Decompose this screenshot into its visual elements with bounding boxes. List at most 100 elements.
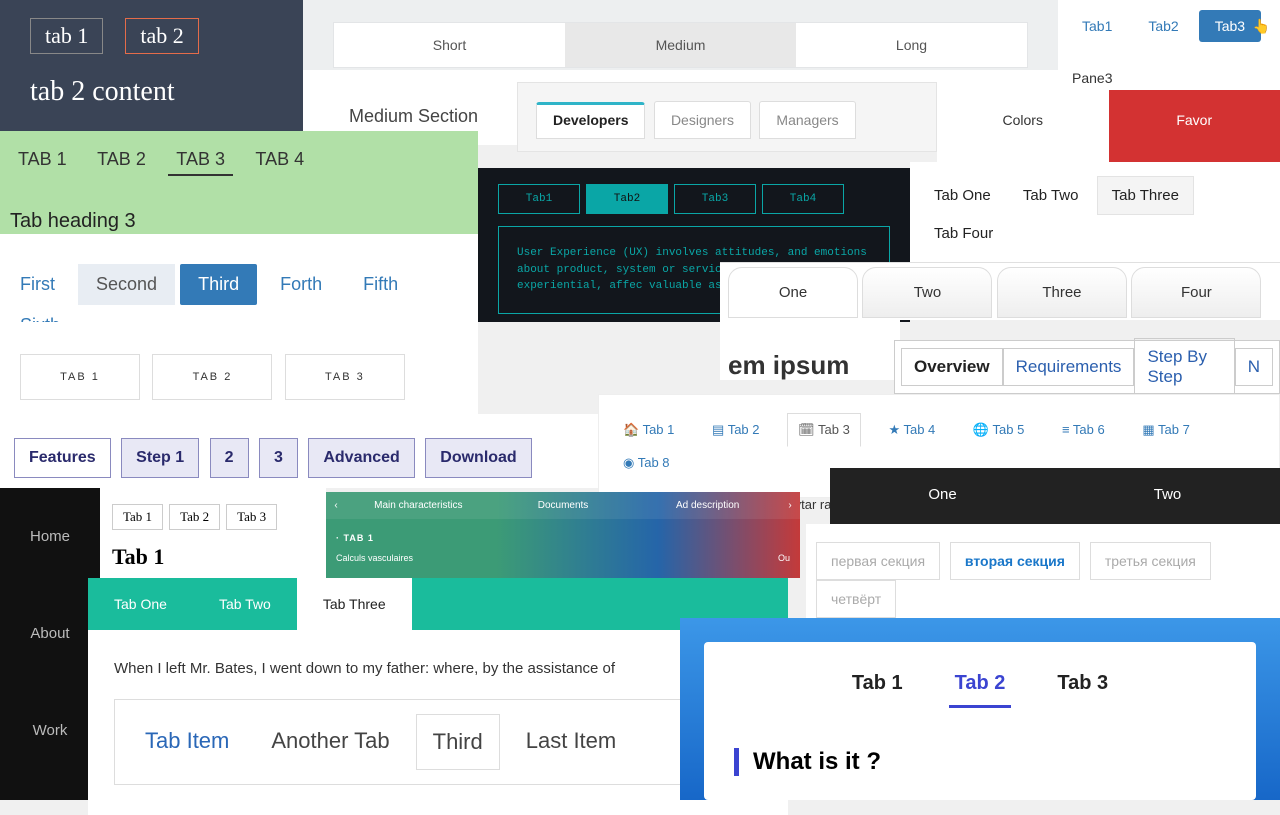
panel-vertical-nav: Home About Work bbox=[0, 488, 100, 800]
tab-u3[interactable]: Tab Three bbox=[297, 578, 412, 630]
nav-work[interactable]: Work bbox=[0, 682, 100, 779]
tab-t2[interactable]: Documents bbox=[491, 492, 636, 519]
panel-overview-steps: Overview Requirements Step By Step N bbox=[894, 340, 1280, 394]
tab-n7[interactable]: ▦ Tab 7 bbox=[1132, 414, 1199, 446]
tab-step2[interactable]: 2 bbox=[210, 438, 249, 478]
next-icon[interactable]: › bbox=[780, 492, 800, 519]
tab-download[interactable]: Download bbox=[425, 438, 531, 478]
globe-icon: 🌐 bbox=[973, 422, 993, 437]
tab-features[interactable]: Features bbox=[14, 438, 111, 478]
tab-u2[interactable]: Tab Two bbox=[193, 578, 297, 630]
disc-icon: ◉ bbox=[623, 455, 638, 470]
panel-russian-sections: первая секция вторая секция третья секци… bbox=[806, 524, 1280, 624]
star-icon: ★ bbox=[888, 422, 903, 437]
tab-f3[interactable]: TAB 3 bbox=[168, 145, 233, 176]
tab-ui4[interactable]: Last Item bbox=[510, 714, 632, 770]
panel-roles: Developers Designers Managers bbox=[517, 82, 937, 152]
prev-icon[interactable]: ‹ bbox=[326, 492, 346, 519]
tab-q3[interactable]: третья секция bbox=[1090, 542, 1211, 580]
tab-long[interactable]: Long bbox=[796, 23, 1027, 67]
panel-colors-favor: Colors Favor bbox=[937, 90, 1280, 162]
tab-ui2[interactable]: Another Tab bbox=[255, 714, 405, 770]
tab-q1[interactable]: первая секция bbox=[816, 542, 940, 580]
tab-managers[interactable]: Managers bbox=[759, 101, 855, 139]
tab-a-1[interactable]: tab 1 bbox=[30, 18, 103, 54]
tab-h3[interactable]: Tab Three bbox=[1097, 176, 1194, 215]
panel-dark-pair: tab 1 tab 2 tab 2 content bbox=[0, 0, 303, 131]
tab-h2[interactable]: Tab Two bbox=[1009, 177, 1093, 214]
tab-v1[interactable]: Tab 1 bbox=[846, 666, 909, 708]
tab-n2[interactable]: ▤ Tab 2 bbox=[702, 414, 769, 446]
tab-g1[interactable]: Tab1 bbox=[498, 184, 580, 214]
tab-a-content: tab 2 content bbox=[30, 76, 273, 108]
tab-j-one[interactable]: One bbox=[728, 267, 858, 318]
tab-requirements[interactable]: Requirements bbox=[1003, 348, 1135, 386]
tab-developers[interactable]: Developers bbox=[536, 102, 645, 139]
tab-forth[interactable]: Forth bbox=[262, 264, 340, 305]
tab-second[interactable]: Second bbox=[78, 264, 175, 305]
tab-n8[interactable]: ◉ Tab 8 bbox=[613, 447, 680, 479]
tab-j-two[interactable]: Two bbox=[862, 267, 992, 318]
tab-k3[interactable]: TAB 3 bbox=[285, 354, 405, 400]
tab-third[interactable]: Third bbox=[180, 264, 257, 305]
tab-n3[interactable]: 🗓 Tab 3 bbox=[787, 413, 861, 447]
tab-j-three[interactable]: Three bbox=[997, 267, 1127, 318]
tab-n1[interactable]: 🏠 Tab 1 bbox=[613, 414, 684, 446]
tab-colors[interactable]: Colors bbox=[937, 90, 1109, 162]
em-ipsum-heading: em ipsum bbox=[720, 320, 900, 380]
tab-advanced[interactable]: Advanced bbox=[308, 438, 414, 478]
tab-p-one[interactable]: One bbox=[830, 468, 1055, 524]
tab-short[interactable]: Short bbox=[334, 23, 565, 67]
cursor-icon: 👆 bbox=[1253, 18, 1270, 35]
tab-fifth[interactable]: Fifth bbox=[345, 264, 416, 305]
tab-s3[interactable]: Tab 3 bbox=[226, 504, 277, 530]
nav-home[interactable]: Home bbox=[0, 488, 100, 585]
nav-about[interactable]: About bbox=[0, 585, 100, 682]
tab-q4[interactable]: четвёрт bbox=[816, 580, 896, 618]
tab-f4[interactable]: TAB 4 bbox=[247, 145, 312, 174]
tab-p-two[interactable]: Two bbox=[1055, 468, 1280, 524]
tab-designers[interactable]: Designers bbox=[654, 101, 751, 139]
tab-u1[interactable]: Tab One bbox=[88, 578, 193, 630]
tab-ui1[interactable]: Tab Item bbox=[129, 714, 245, 770]
tab-h1[interactable]: Tab One bbox=[920, 177, 1005, 214]
tab-f1[interactable]: TAB 1 bbox=[10, 145, 75, 174]
tab-d1[interactable]: Tab1 bbox=[1066, 10, 1128, 42]
panel-blue-what: Tab 1 Tab 2 Tab 3 What is it ? bbox=[680, 618, 1280, 800]
tab-stepbystep[interactable]: Step By Step bbox=[1134, 338, 1234, 396]
tab-s1[interactable]: Tab 1 bbox=[112, 504, 163, 530]
tab-n5[interactable]: 🌐 Tab 5 bbox=[963, 414, 1034, 446]
panel-gradient: ‹ Main characteristics Documents Ad desc… bbox=[326, 492, 800, 578]
panel-serif-tabs: Tab 1 Tab 2 Tab 3 Tab 1 bbox=[100, 488, 326, 578]
tab-v2[interactable]: Tab 2 bbox=[949, 666, 1012, 708]
tab-t3[interactable]: Ad description bbox=[635, 492, 780, 519]
tab-s2[interactable]: Tab 2 bbox=[169, 504, 220, 530]
tab-d2[interactable]: Tab2 bbox=[1132, 10, 1194, 42]
tab-n6[interactable]: ≡ Tab 6 bbox=[1052, 414, 1115, 445]
tab-v3[interactable]: Tab 3 bbox=[1051, 666, 1114, 708]
tab-h4[interactable]: Tab Four bbox=[920, 215, 1007, 252]
tab-k1[interactable]: TAB 1 bbox=[20, 354, 140, 400]
tab-k2[interactable]: TAB 2 bbox=[152, 354, 272, 400]
tab-g2[interactable]: Tab2 bbox=[586, 184, 668, 214]
tab-q2[interactable]: вторая секция bbox=[950, 542, 1080, 580]
panel-round-tabs: One Two Three Four bbox=[720, 262, 1280, 320]
tab-overview[interactable]: Overview bbox=[901, 348, 1003, 386]
tab-t1[interactable]: Main characteristics bbox=[346, 492, 491, 519]
tab-j-four[interactable]: Four bbox=[1131, 267, 1261, 318]
d-pane: Pane3 bbox=[1058, 50, 1280, 90]
tab-f2[interactable]: TAB 2 bbox=[89, 145, 154, 174]
tab-step3[interactable]: 3 bbox=[259, 438, 298, 478]
tab-ui3[interactable]: Third bbox=[416, 714, 500, 770]
tab-n4[interactable]: ★ Tab 4 bbox=[878, 414, 945, 446]
tab-g4[interactable]: Tab4 bbox=[762, 184, 844, 214]
tab-favor[interactable]: Favor bbox=[1109, 90, 1280, 162]
tab-g3[interactable]: Tab3 bbox=[674, 184, 756, 214]
t-row-right: Ou bbox=[778, 553, 790, 563]
tab-medium[interactable]: Medium bbox=[565, 23, 796, 67]
tab-n-cut[interactable]: N bbox=[1235, 348, 1273, 386]
tab-step1[interactable]: Step 1 bbox=[121, 438, 199, 478]
tab-first[interactable]: First bbox=[2, 264, 73, 305]
list-icon: ▤ bbox=[712, 422, 728, 437]
tab-a-2[interactable]: tab 2 bbox=[125, 18, 198, 54]
